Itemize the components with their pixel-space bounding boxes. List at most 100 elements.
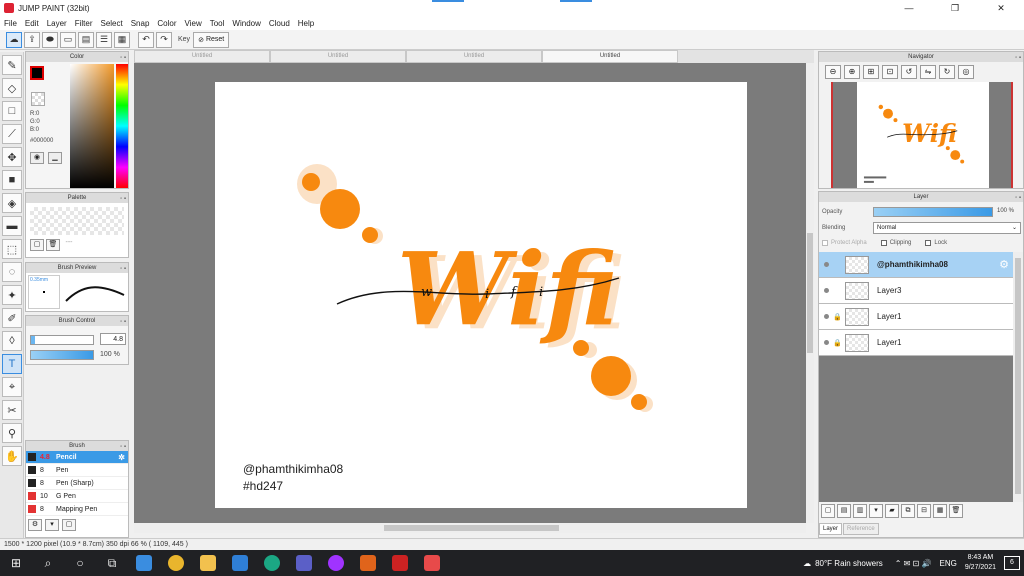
canvas-horizontal-scrollbar[interactable]	[134, 523, 806, 533]
lock-icon[interactable]: 🔒	[833, 339, 842, 347]
layer-opacity-slider[interactable]	[873, 207, 993, 217]
navigator-view[interactable]: Wifi	[831, 82, 1013, 188]
menu-color[interactable]: Color	[157, 19, 176, 28]
notification-badge[interactable]: 6	[1004, 556, 1020, 570]
select-eraser-tool-icon[interactable]: ◊	[2, 331, 22, 351]
brush-menu-icon[interactable]: ▾	[45, 519, 59, 531]
menu-filter[interactable]: Filter	[75, 19, 93, 28]
visibility-icon[interactable]	[824, 288, 829, 293]
palette-area[interactable]	[30, 207, 124, 235]
tab-untitled-3[interactable]: Untitled	[406, 50, 542, 63]
new-vector-layer-icon[interactable]: ▥	[853, 504, 867, 518]
maximize-button[interactable]: ❐	[932, 0, 978, 16]
redo-icon[interactable]: ↷	[156, 31, 172, 48]
move-tool-icon[interactable]: ✥	[2, 147, 22, 167]
color-wheel-icon[interactable]: ◉	[30, 152, 44, 164]
brush-size-slider[interactable]	[30, 335, 94, 345]
search-icon[interactable]: ⌕	[32, 550, 64, 576]
brush-item[interactable]: 8 Pen	[26, 464, 128, 477]
tab-reference[interactable]: Reference	[843, 523, 879, 535]
tray-icons[interactable]: ⌃ ✉ ⊡ 🔊	[895, 559, 932, 568]
panel-controls-icon[interactable]: ▫ ▪	[1015, 53, 1021, 63]
messenger-icon[interactable]	[320, 550, 352, 576]
color-history-icon[interactable]: ▁	[48, 152, 62, 164]
tab-untitled-active[interactable]: Untitled	[542, 50, 678, 63]
panel-controls-icon[interactable]: ▫ ▪	[120, 53, 126, 63]
rotate-left-icon[interactable]: ↺	[901, 65, 917, 79]
layer-row[interactable]: 🔒 Layer1	[819, 330, 1013, 356]
chrome-icon[interactable]	[160, 550, 192, 576]
visibility-icon[interactable]	[824, 262, 829, 267]
visibility-icon[interactable]	[824, 314, 829, 319]
tab-untitled-1[interactable]: Untitled	[134, 50, 270, 63]
layer-list-scrollbar[interactable]	[1013, 252, 1023, 502]
menu-select[interactable]: Select	[100, 19, 122, 28]
clipping-checkbox[interactable]: Clipping	[880, 240, 911, 246]
canvas-paper[interactable]: Wifi Wifi w i f i @phamthikimha08 #hd247	[215, 82, 747, 508]
close-button[interactable]: ✕	[978, 0, 1024, 16]
magic-wand-tool-icon[interactable]: ✦	[2, 285, 22, 305]
brush-tool-icon[interactable]: ✎	[2, 55, 22, 75]
menu-edit[interactable]: Edit	[25, 19, 39, 28]
brush-settings-icon[interactable]: ⚙	[28, 519, 42, 531]
menu-file[interactable]: File	[4, 19, 17, 28]
undo-icon[interactable]: ↶	[138, 31, 154, 48]
layer-row[interactable]: @phamthikimha08 ⚙	[819, 252, 1013, 278]
divide-tool-icon[interactable]: ✂	[2, 400, 22, 420]
weather-widget[interactable]: ☁ 80°F Rain showers	[803, 559, 883, 568]
delete-layer-icon[interactable]: 🗑	[949, 504, 963, 518]
document-icon[interactable]: ▤	[78, 31, 94, 48]
lock-checkbox[interactable]: Lock	[925, 240, 947, 246]
menu-tool[interactable]: Tool	[210, 19, 225, 28]
file-explorer-icon[interactable]	[192, 550, 224, 576]
store-icon[interactable]	[128, 550, 160, 576]
actual-size-icon[interactable]: ⊡	[882, 65, 898, 79]
reset-button[interactable]: ⊘ Reset	[193, 31, 230, 48]
brush-item[interactable]: 10 G Pen	[26, 490, 128, 503]
clear-layer-icon[interactable]: ▦	[933, 504, 947, 518]
menu-window[interactable]: Window	[232, 19, 260, 28]
brush-new-icon[interactable]: ▢	[62, 519, 76, 531]
transparent-color-swatch[interactable]	[31, 92, 45, 106]
new-raster-layer-icon[interactable]: ▤	[837, 504, 851, 518]
menu-snap[interactable]: Snap	[131, 19, 150, 28]
lock-icon[interactable]: 🔒	[833, 313, 842, 321]
layer-row[interactable]: Layer3	[819, 278, 1013, 304]
windows-start-icon[interactable]: ⊞	[0, 550, 32, 576]
panel-controls-icon[interactable]: ▫ ▪	[120, 317, 126, 327]
grid-icon[interactable]: ▦	[114, 31, 130, 48]
scroll-thumb[interactable]	[807, 233, 813, 353]
eraser-tool-icon[interactable]: ◇	[2, 78, 22, 98]
gear-icon[interactable]: ⚙	[999, 258, 1009, 271]
text-tool-icon[interactable]: T	[2, 354, 22, 374]
panel-controls-icon[interactable]: ▫ ▪	[120, 194, 126, 204]
export-icon[interactable]: ⇪	[24, 31, 40, 48]
gradient-tool-icon[interactable]: ▬	[2, 216, 22, 236]
menu-layer[interactable]: Layer	[47, 19, 67, 28]
layer-row[interactable]: 🔒 Layer1	[819, 304, 1013, 330]
clock[interactable]: 8:43 AM 9/27/2021	[965, 553, 996, 573]
brush-settings-gear-icon[interactable]: ✲	[118, 453, 125, 462]
scroll-thumb[interactable]	[1015, 258, 1021, 494]
layer-menu-icon[interactable]: ▾	[869, 504, 883, 518]
list-icon[interactable]: ☰	[96, 31, 112, 48]
tab-untitled-2[interactable]: Untitled	[270, 50, 406, 63]
visibility-icon[interactable]	[824, 340, 829, 345]
skype-icon[interactable]	[352, 550, 384, 576]
rotate-right-icon[interactable]: ↻	[939, 65, 955, 79]
menu-cloud[interactable]: Cloud	[269, 19, 290, 28]
brush-item[interactable]: 8 Pen (Sharp)	[26, 477, 128, 490]
mail-icon[interactable]	[224, 550, 256, 576]
cortana-icon[interactable]: ○	[64, 550, 96, 576]
lasso-tool-icon[interactable]: ◌	[2, 262, 22, 282]
bucket-tool-icon[interactable]: ◈	[2, 193, 22, 213]
language-indicator[interactable]: ENG	[940, 559, 957, 568]
edge-icon[interactable]	[256, 550, 288, 576]
duplicate-layer-icon[interactable]: ⧉	[901, 504, 915, 518]
select-rect-tool-icon[interactable]: ⬚	[2, 239, 22, 259]
window-icon[interactable]: ▭	[60, 31, 76, 48]
protect-alpha-checkbox[interactable]: Protect Alpha	[822, 240, 867, 246]
minimize-button[interactable]: —	[886, 0, 932, 16]
cloud-icon[interactable]: ☁	[6, 31, 22, 48]
panel-controls-icon[interactable]: ▫ ▪	[120, 264, 126, 274]
